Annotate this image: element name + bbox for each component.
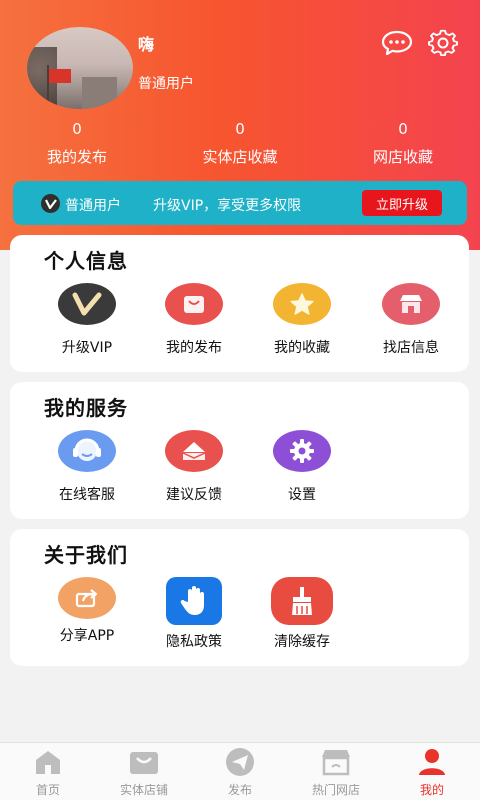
settings-gear-icon[interactable] xyxy=(427,29,459,56)
stat-store-favorites[interactable]: 0 实体店收藏 xyxy=(160,120,320,167)
section-title: 个人信息 xyxy=(44,249,128,273)
broom-icon xyxy=(271,577,333,625)
stat-my-posts[interactable]: 0 我的发布 xyxy=(0,120,157,167)
user-icon xyxy=(415,747,449,777)
avatar-building xyxy=(82,77,117,109)
stat-value: 0 xyxy=(235,120,245,138)
gear-icon xyxy=(273,430,331,472)
stat-label: 实体店收藏 xyxy=(202,148,278,166)
online-support-item[interactable]: 在线客服 xyxy=(37,430,137,504)
vip-banner: 普通用户 升级VIP，享受更多权限 立即升级 xyxy=(13,181,467,225)
clear-cache-item[interactable]: 清除缓存 xyxy=(252,577,352,651)
home-icon xyxy=(31,747,65,777)
feedback-item[interactable]: 建议反馈 xyxy=(144,430,244,504)
vip-promo-text: 升级VIP，享受更多权限 xyxy=(153,198,302,214)
user-role: 普通用户 xyxy=(138,76,194,92)
message-icon[interactable] xyxy=(381,30,413,56)
section-title: 关于我们 xyxy=(44,543,128,567)
item-label: 我的收藏 xyxy=(274,340,330,356)
avatar-flag xyxy=(49,69,71,83)
personal-info-section: 个人信息 升级VIP 我的发布 我的收藏 找店信息 xyxy=(10,235,469,372)
privacy-policy-item[interactable]: 隐私政策 xyxy=(144,577,244,651)
item-label: 找店信息 xyxy=(383,340,439,356)
headset-icon xyxy=(58,430,116,472)
nickname: 嗨 xyxy=(138,35,155,54)
vip-role: 普通用户 xyxy=(65,198,121,214)
tab-label: 发布 xyxy=(227,783,252,797)
my-posts-item[interactable]: 我的发布 xyxy=(144,283,244,357)
avatar[interactable] xyxy=(27,27,133,109)
share-app-item[interactable]: 分享APP xyxy=(37,577,137,645)
item-label: 分享APP xyxy=(59,628,115,644)
item-label: 在线客服 xyxy=(59,487,115,503)
about-us-section: 关于我们 分享APP 隐私政策 清除缓存 xyxy=(10,529,469,666)
vip-badge-icon xyxy=(41,194,60,213)
stat-value: 0 xyxy=(72,120,82,138)
upgrade-vip-item[interactable]: 升级VIP xyxy=(37,283,137,357)
stat-label: 我的发布 xyxy=(46,148,107,166)
store-icon xyxy=(382,283,440,325)
tab-label: 我的 xyxy=(419,783,444,797)
send-icon xyxy=(223,747,257,777)
vip-icon xyxy=(58,283,116,325)
find-store-item[interactable]: 找店信息 xyxy=(361,283,461,357)
upgrade-now-button[interactable]: 立即升级 xyxy=(362,190,442,216)
item-label: 建议反馈 xyxy=(166,487,222,503)
my-favorites-item[interactable]: 我的收藏 xyxy=(252,283,352,357)
item-label: 升级VIP xyxy=(61,340,113,356)
hand-icon xyxy=(166,577,222,625)
tab-label: 首页 xyxy=(35,783,60,797)
tab-publish[interactable]: 发布 xyxy=(192,747,288,798)
online-store-icon xyxy=(319,747,353,777)
shop-bag-icon xyxy=(127,747,161,777)
item-label: 清除缓存 xyxy=(274,634,330,650)
tab-hot-online-shops[interactable]: 热门网店 xyxy=(288,747,384,798)
item-label: 设置 xyxy=(288,487,316,503)
star-icon xyxy=(273,283,331,325)
item-label: 我的发布 xyxy=(166,340,222,356)
my-services-section: 我的服务 在线客服 建议反馈 设置 xyxy=(10,382,469,519)
stat-label: 网店收藏 xyxy=(372,148,433,166)
tab-physical-stores[interactable]: 实体店铺 xyxy=(96,747,192,798)
settings-item[interactable]: 设置 xyxy=(252,430,352,504)
tab-mine[interactable]: 我的 xyxy=(384,747,480,798)
bottom-tab-bar: 首页 实体店铺 发布 热门网店 我的 xyxy=(0,742,480,800)
shopping-bag-icon xyxy=(165,283,223,325)
section-title: 我的服务 xyxy=(44,396,128,420)
mail-feedback-icon xyxy=(165,430,223,472)
stat-online-shop-favorites[interactable]: 0 网店收藏 xyxy=(323,120,480,167)
tab-label: 热门网店 xyxy=(311,783,360,797)
tab-home[interactable]: 首页 xyxy=(0,747,96,798)
item-label: 隐私政策 xyxy=(166,634,222,650)
tab-label: 实体店铺 xyxy=(119,783,168,797)
stat-value: 0 xyxy=(398,120,408,138)
share-icon xyxy=(58,577,116,619)
